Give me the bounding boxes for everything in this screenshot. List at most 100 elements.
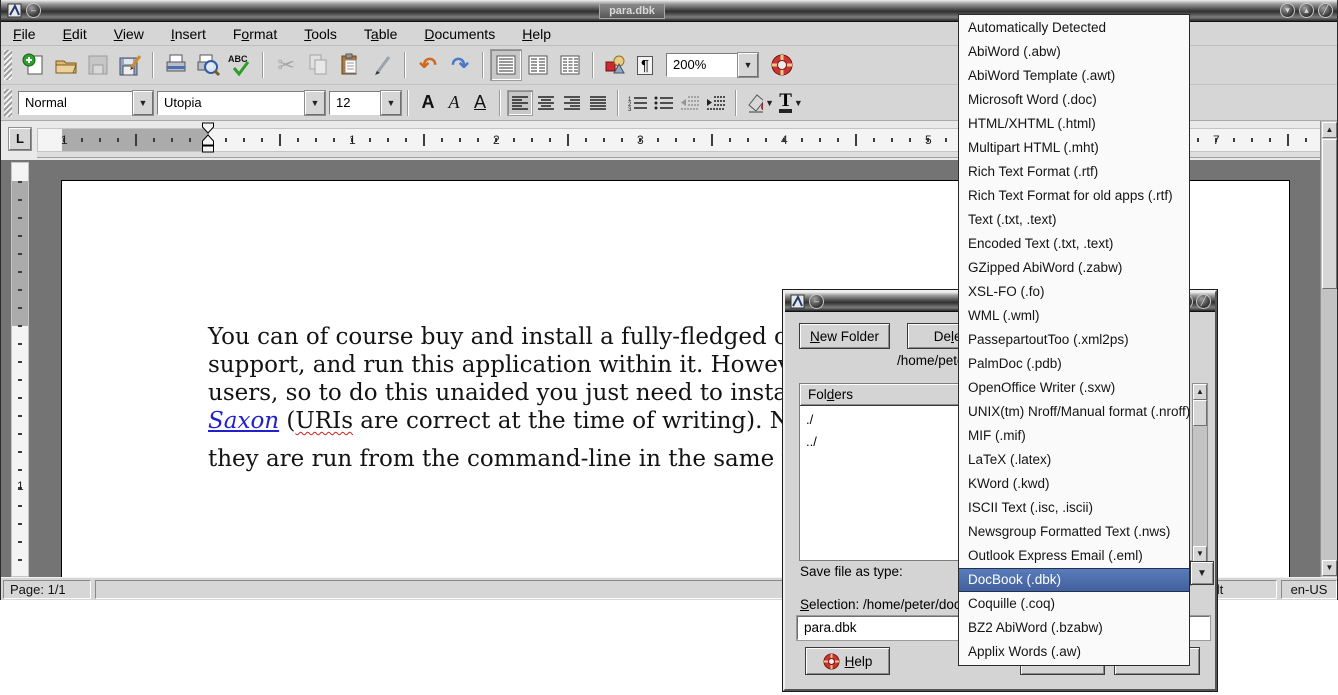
file-type-option[interactable]: XSL-FO (.fo): [959, 280, 1189, 304]
font-select[interactable]: Utopia ▼: [157, 91, 325, 115]
scroll-up-icon[interactable]: ▲: [1193, 384, 1207, 400]
file-type-option[interactable]: GZipped AbiWord (.zabw): [959, 256, 1189, 280]
file-type-option[interactable]: OpenOffice Writer (.sxw): [959, 376, 1189, 400]
file-type-option[interactable]: UNIX(tm) Nroff/Manual format (.nroff): [959, 400, 1189, 424]
font-color-button[interactable]: T ▼: [775, 87, 807, 119]
files-list-scrollbar[interactable]: ▲ ▼: [1192, 383, 1208, 563]
file-type-option[interactable]: Automatically Detected: [959, 16, 1189, 40]
menu-view[interactable]: View: [114, 26, 144, 42]
file-type-option[interactable]: Newsgroup Formatted Text (.nws): [959, 520, 1189, 544]
file-type-option[interactable]: KWord (.kwd): [959, 472, 1189, 496]
window-menu-button[interactable]: –: [26, 3, 41, 18]
scroll-up-icon[interactable]: ▲: [1322, 122, 1337, 138]
scroll-down-icon[interactable]: ▼: [1193, 546, 1207, 562]
hyperlink[interactable]: Saxon: [208, 408, 279, 434]
three-columns-button[interactable]: [554, 49, 586, 81]
file-type-option[interactable]: Outlook Express Email (.eml): [959, 544, 1189, 568]
spellcheck-button[interactable]: ABC: [224, 49, 256, 81]
scrollbar-thumb[interactable]: [1193, 400, 1207, 426]
copy-button[interactable]: [302, 49, 334, 81]
align-justify-button[interactable]: [585, 90, 611, 116]
bold-button[interactable]: A: [415, 90, 441, 116]
file-type-option[interactable]: Applix Words (.aw): [959, 640, 1189, 664]
menu-edit[interactable]: Edit: [63, 26, 87, 42]
maximize-button[interactable]: ▴: [1299, 3, 1314, 18]
decrease-indent-button[interactable]: [677, 90, 703, 116]
one-column-button[interactable]: [490, 49, 522, 81]
menu-format[interactable]: Format: [233, 26, 277, 42]
new-document-button[interactable]: [18, 49, 50, 81]
font-size-value[interactable]: 12: [329, 91, 381, 115]
save-button[interactable]: [82, 49, 114, 81]
style-value[interactable]: Normal: [18, 91, 133, 115]
dialog-help-button[interactable]: Help: [805, 647, 890, 675]
zoom-dropdown-arrow-icon[interactable]: ▼: [738, 53, 758, 77]
language-indicator[interactable]: en-US: [1281, 580, 1337, 599]
font-dropdown-arrow-icon[interactable]: ▼: [305, 91, 325, 115]
file-type-option[interactable]: Encoded Text (.txt, .text): [959, 232, 1189, 256]
file-type-option[interactable]: AbiWord Template (.awt): [959, 64, 1189, 88]
font-size-select[interactable]: 12 ▼: [329, 91, 401, 115]
cut-button[interactable]: ✂: [270, 49, 302, 81]
new-folder-button[interactable]: New Folder: [799, 323, 890, 349]
file-type-option[interactable]: HTML/XHTML (.html): [959, 112, 1189, 136]
menu-tools[interactable]: Tools: [304, 26, 337, 42]
dialog-close-button[interactable]: ╱: [1196, 294, 1211, 309]
file-type-option[interactable]: WML (.wml): [959, 304, 1189, 328]
help-button[interactable]: [766, 49, 798, 81]
undo-button[interactable]: ↶: [412, 49, 444, 81]
menu-file[interactable]: File: [13, 26, 36, 42]
show-formatting-button[interactable]: ¶: [632, 52, 658, 78]
vertical-scrollbar[interactable]: ▲ ▼: [1320, 121, 1337, 577]
print-button[interactable]: [160, 49, 192, 81]
font-size-dropdown-arrow-icon[interactable]: ▼: [381, 91, 401, 115]
file-type-option[interactable]: DocBook (.dbk): [959, 568, 1189, 592]
open-button[interactable]: [50, 49, 82, 81]
paste-button[interactable]: [334, 49, 366, 81]
file-type-combo-arrow-icon[interactable]: ▼: [1190, 561, 1214, 585]
two-columns-button[interactable]: [522, 49, 554, 81]
save-as-button[interactable]: [114, 49, 146, 81]
tab-stop-selector[interactable]: L: [9, 128, 31, 150]
align-right-button[interactable]: [559, 90, 585, 116]
scroll-down-icon[interactable]: ▼: [1322, 560, 1337, 576]
redo-button[interactable]: ↷: [444, 49, 476, 81]
menu-help[interactable]: Help: [522, 26, 551, 42]
file-type-option[interactable]: MIF (.mif): [959, 424, 1189, 448]
font-value[interactable]: Utopia: [157, 91, 305, 115]
file-type-option[interactable]: BZ2 AbiWord (.bzabw): [959, 616, 1189, 640]
style-select[interactable]: Normal ▼: [18, 91, 153, 115]
shade-button[interactable]: ▾: [1280, 3, 1295, 18]
file-type-option[interactable]: AbiWord (.abw): [959, 40, 1189, 64]
menu-documents[interactable]: Documents: [424, 26, 495, 42]
italic-button[interactable]: A: [441, 90, 467, 116]
numbered-list-button[interactable]: 123: [625, 90, 651, 116]
file-type-option[interactable]: PassepartoutToo (.xml2ps): [959, 328, 1189, 352]
file-type-option[interactable]: Multipart HTML (.mht): [959, 136, 1189, 160]
file-type-option[interactable]: LaTeX (.latex): [959, 448, 1189, 472]
font-color-arrow-icon[interactable]: ▼: [794, 98, 803, 108]
zoom-select[interactable]: 200% ▼: [666, 53, 758, 77]
indent-marker[interactable]: [201, 121, 215, 157]
style-dropdown-arrow-icon[interactable]: ▼: [133, 91, 153, 115]
menu-insert[interactable]: Insert: [171, 26, 206, 42]
scrollbar-thumb[interactable]: [1322, 139, 1337, 289]
file-type-option[interactable]: PalmDoc (.pdb): [959, 352, 1189, 376]
highlight-color-arrow-icon[interactable]: ▼: [765, 98, 774, 108]
increase-indent-button[interactable]: [703, 90, 729, 116]
bulleted-list-button[interactable]: [651, 90, 677, 116]
file-type-option[interactable]: Rich Text Format (.rtf): [959, 160, 1189, 184]
insert-symbol-button[interactable]: [600, 49, 632, 81]
toolbar-handle[interactable]: [4, 50, 12, 80]
file-type-option[interactable]: Coquille (.coq): [959, 592, 1189, 616]
close-button[interactable]: ╱: [1318, 3, 1333, 18]
file-type-option[interactable]: Rich Text Format for old apps (.rtf): [959, 184, 1189, 208]
file-type-option[interactable]: Microsoft Word (.doc): [959, 88, 1189, 112]
format-painter-button[interactable]: [366, 49, 398, 81]
print-preview-button[interactable]: [192, 49, 224, 81]
dialog-window-menu-button[interactable]: –: [809, 294, 824, 309]
menu-table[interactable]: Table: [364, 26, 397, 42]
align-center-button[interactable]: [533, 90, 559, 116]
file-type-option[interactable]: Text (.txt, .text): [959, 208, 1189, 232]
vertical-ruler[interactable]: 1: [11, 162, 29, 577]
